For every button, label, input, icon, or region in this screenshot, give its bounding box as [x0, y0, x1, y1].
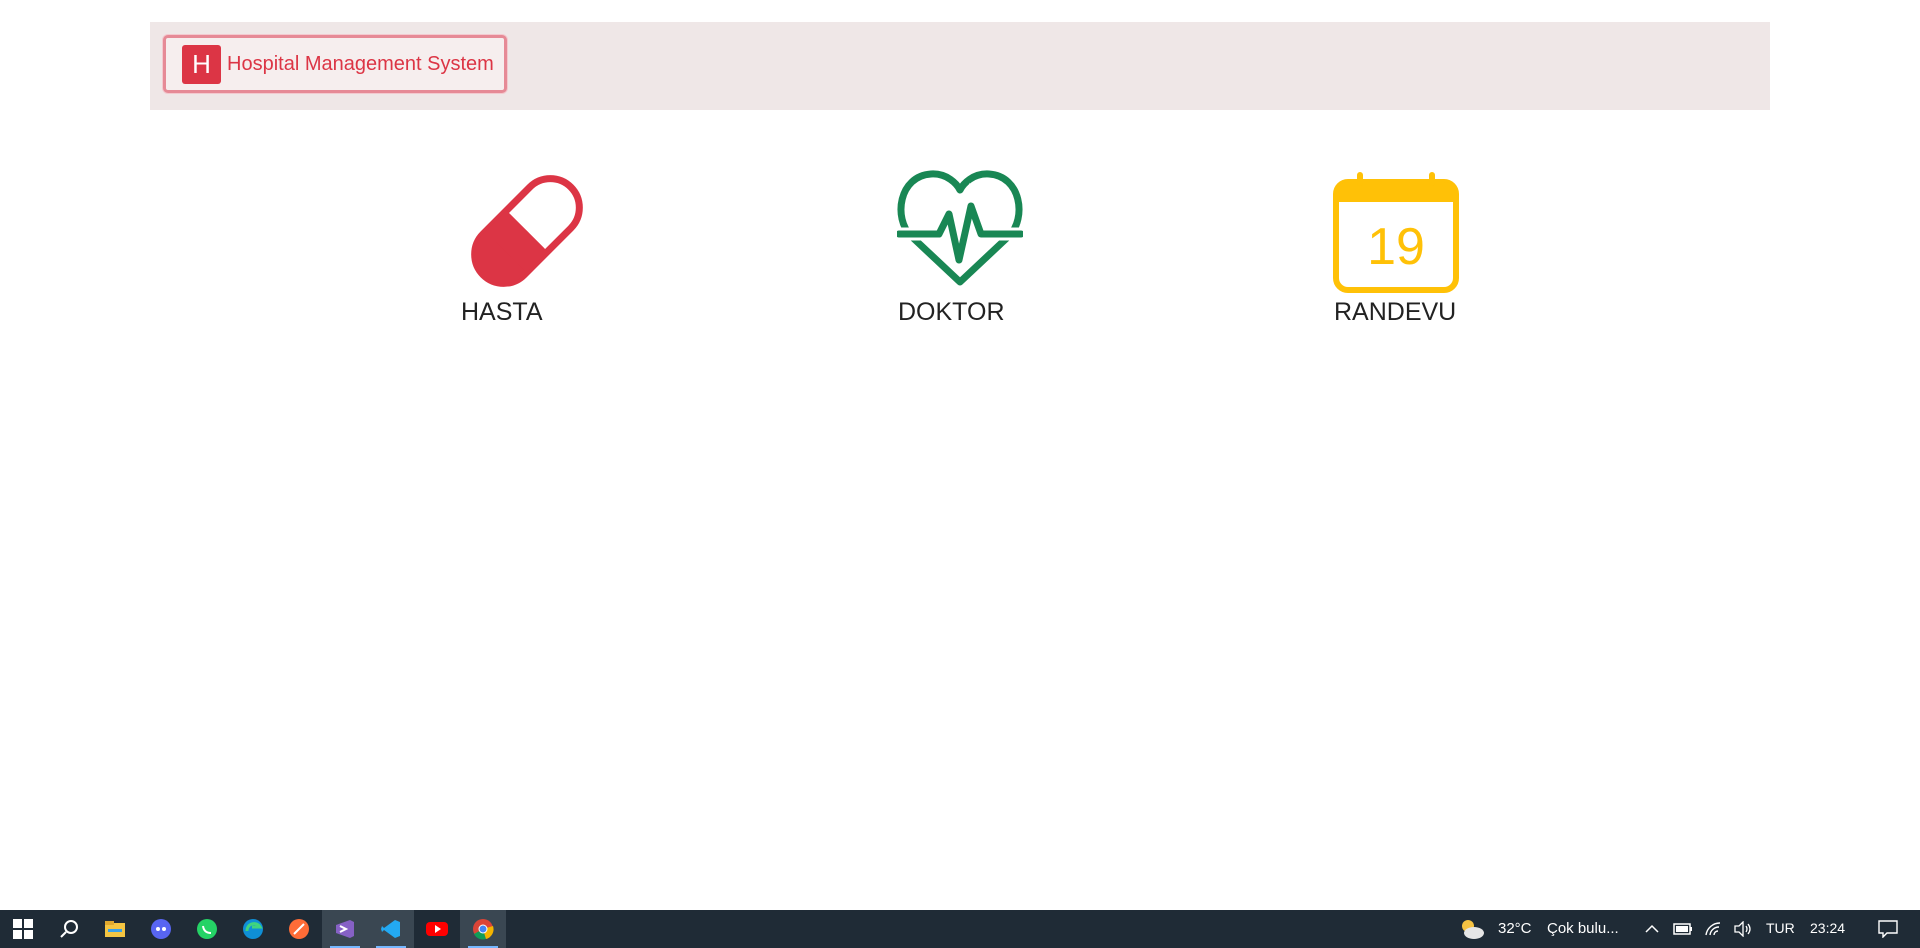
brand-title: Hospital Management System	[227, 52, 494, 75]
calendar-day: 19	[1367, 218, 1425, 276]
tile-label-doktor: DOKTOR	[898, 298, 1005, 326]
file-explorer-icon[interactable]	[92, 910, 138, 948]
calendar-icon: 19	[1333, 172, 1459, 293]
tile-doktor[interactable]: DOKTOR	[897, 168, 1023, 326]
navbar: H Hospital Management System	[150, 22, 1770, 110]
chevron-up-icon[interactable]	[1640, 910, 1664, 948]
chrome-icon[interactable]	[460, 910, 506, 948]
notifications-icon[interactable]	[1868, 910, 1908, 948]
weather-cloudy-icon[interactable]	[1452, 910, 1492, 948]
windows-start-icon[interactable]	[0, 910, 46, 948]
pill-icon	[471, 175, 583, 287]
volume-icon[interactable]	[1730, 910, 1756, 948]
input-language[interactable]: TUR	[1766, 920, 1795, 936]
postman-icon[interactable]	[276, 910, 322, 948]
youtube-icon[interactable]	[414, 910, 460, 948]
discord-icon[interactable]	[138, 910, 184, 948]
brand-button[interactable]: H Hospital Management System	[163, 35, 507, 93]
weather-temp[interactable]: 32°C	[1498, 920, 1532, 937]
wifi-icon[interactable]	[1700, 910, 1726, 948]
brand-logo: H	[182, 44, 221, 84]
heart-pulse-icon	[897, 170, 1023, 286]
tile-label-randevu: RANDEVU	[1334, 298, 1457, 326]
search-icon[interactable]	[46, 910, 92, 948]
visual-studio-icon[interactable]	[322, 910, 368, 948]
battery-icon[interactable]	[1670, 910, 1696, 948]
edge-icon[interactable]	[230, 910, 276, 948]
weather-desc[interactable]: Çok bulu...	[1547, 920, 1619, 937]
taskbar: 32°C Çok bulu... TUR 23:24	[0, 910, 1920, 948]
clock[interactable]: 23:24	[1810, 920, 1845, 936]
tile-label-hasta: HASTA	[461, 298, 543, 326]
vscode-icon[interactable]	[368, 910, 414, 948]
whatsapp-icon[interactable]	[184, 910, 230, 948]
tile-randevu[interactable]: 19 RANDEVU	[1333, 168, 1459, 326]
tile-hasta[interactable]: HASTA	[461, 168, 587, 326]
